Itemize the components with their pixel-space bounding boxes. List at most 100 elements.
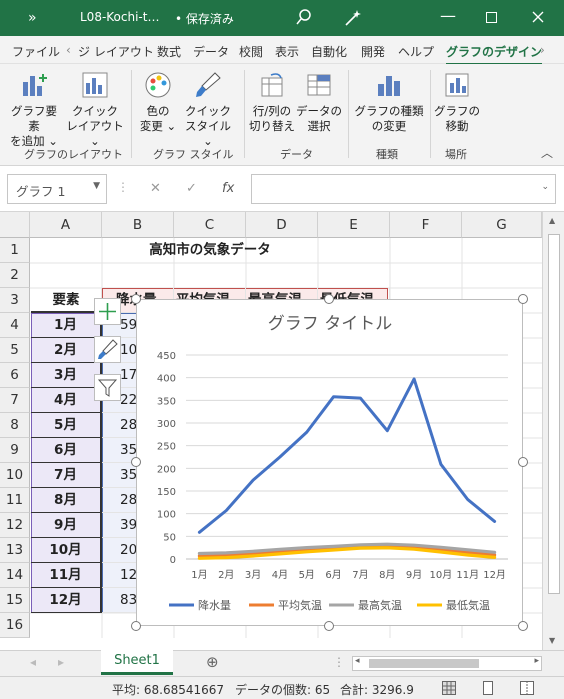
search-icon[interactable] <box>296 9 312 25</box>
row-header[interactable]: 2 <box>0 263 30 288</box>
column-header[interactable]: C <box>174 212 246 238</box>
tab-chart-design[interactable]: グラフのデザイン <box>446 43 543 66</box>
resize-handle[interactable] <box>131 621 141 631</box>
move-chart-button[interactable]: グラフの 移動 <box>434 70 480 134</box>
month-cell[interactable]: 2月 <box>31 338 102 363</box>
page-break-view-icon[interactable] <box>520 681 534 695</box>
row-header[interactable]: 16 <box>0 613 30 638</box>
change-chart-type-button[interactable]: グラフの種類 の変更 <box>352 70 426 134</box>
cancel-icon[interactable]: ✕ <box>150 181 161 196</box>
tab-review[interactable]: 校閲 <box>239 43 263 60</box>
row-header[interactable]: 15 <box>0 588 30 613</box>
tab-formulas[interactable]: 数式 <box>157 43 181 60</box>
maximize-icon[interactable] <box>486 12 497 23</box>
row-header[interactable]: 7 <box>0 388 30 413</box>
month-cell[interactable]: 4月 <box>31 388 102 413</box>
row-header[interactable]: 11 <box>0 488 30 513</box>
resize-handle[interactable] <box>131 457 141 467</box>
tab-prev-icon[interactable]: ◂ <box>30 655 36 669</box>
resize-handle[interactable] <box>324 621 334 631</box>
add-sheet-icon[interactable]: ⊕ <box>206 653 219 671</box>
tab-help[interactable]: ヘルプ <box>398 43 434 60</box>
scroll-down-icon[interactable]: ▼ <box>549 636 555 645</box>
month-cell[interactable]: 3月 <box>31 363 102 388</box>
month-cell[interactable]: 9月 <box>31 513 102 538</box>
tab-split-icon[interactable]: ⋮ <box>333 655 345 669</box>
collapse-ribbon-icon[interactable]: ︿ <box>541 144 553 161</box>
chevron-down-icon[interactable]: ▼ <box>93 181 100 191</box>
row-header[interactable]: 8 <box>0 413 30 438</box>
row-header[interactable]: 14 <box>0 563 30 588</box>
month-cell[interactable]: 5月 <box>31 413 102 438</box>
tab-automate[interactable]: 自動化 <box>311 43 347 60</box>
month-cell[interactable]: 8月 <box>31 488 102 513</box>
row-header[interactable]: 4 <box>0 313 30 338</box>
column-header[interactable]: D <box>246 212 318 238</box>
scroll-thumb[interactable] <box>548 234 560 594</box>
scroll-up-icon[interactable]: ▲ <box>549 216 555 225</box>
month-cell[interactable]: 11月 <box>31 563 102 588</box>
magic-wand-icon[interactable] <box>344 9 362 27</box>
insert-function-icon[interactable]: fx <box>222 181 234 196</box>
quick-styles-button[interactable]: クイック スタイル ⌄ <box>182 70 234 149</box>
month-cell[interactable]: 10月 <box>31 538 102 563</box>
h-scroll-thumb[interactable] <box>369 659 479 668</box>
switch-row-column-button[interactable]: 行/列の 切り替え <box>248 70 296 134</box>
tab-next-icon[interactable]: ▸ <box>58 655 64 669</box>
header-element[interactable]: 要素 <box>31 288 102 313</box>
sheet-tab-sheet1[interactable]: Sheet1 <box>101 650 173 675</box>
close-icon[interactable] <box>532 11 544 23</box>
row-header[interactable]: 6 <box>0 363 30 388</box>
chart-title[interactable]: グラフ タイトル <box>268 314 392 334</box>
month-cell[interactable]: 7月 <box>31 463 102 488</box>
tab-file[interactable]: ファイル <box>12 43 60 60</box>
tab-data[interactable]: データ <box>193 43 229 60</box>
select-all-corner[interactable] <box>0 212 30 238</box>
month-cell[interactable]: 12月 <box>31 588 102 613</box>
page-layout-view-icon[interactable] <box>481 681 495 695</box>
resize-handle[interactable] <box>131 294 141 304</box>
column-header[interactable]: F <box>390 212 462 238</box>
row-header[interactable]: 13 <box>0 538 30 563</box>
tab-developer[interactable]: 開発 <box>361 43 385 60</box>
row-header[interactable]: 10 <box>0 463 30 488</box>
month-cell[interactable]: 1月 <box>31 313 102 338</box>
chart-filters-button[interactable] <box>94 374 121 401</box>
scroll-right-icon[interactable]: ▸ <box>534 656 539 666</box>
column-header[interactable]: A <box>30 212 102 238</box>
resize-handle[interactable] <box>518 621 528 631</box>
quick-layout-button[interactable]: クイック レイアウト ⌄ <box>64 70 126 149</box>
name-box[interactable]: グラフ 1 ▼ <box>7 174 107 204</box>
vertical-scrollbar[interactable]: ▲ ▼ <box>542 212 564 650</box>
normal-view-icon[interactable] <box>442 681 456 695</box>
column-header[interactable]: E <box>318 212 390 238</box>
chart-area[interactable]: グラフ タイトル 450 400 350 300 250 200 150 100 50 0 1月 2月… <box>136 299 523 626</box>
resize-handle[interactable] <box>518 457 528 467</box>
resize-handle[interactable] <box>518 294 528 304</box>
tab-page-layout[interactable]: ジ レイアウト <box>78 43 154 60</box>
autosave-chevrons-icon[interactable]: » <box>28 10 37 26</box>
row-header[interactable]: 9 <box>0 438 30 463</box>
add-chart-element-button[interactable]: グラフ要素 を追加 ⌄ <box>6 70 62 149</box>
line-chart[interactable]: グラフ タイトル 450 400 350 300 250 200 150 100 50 0 1月 2月… <box>137 300 522 625</box>
row-header[interactable]: 12 <box>0 513 30 538</box>
enter-icon[interactable]: ✓ <box>186 181 197 196</box>
scroll-left-icon[interactable]: ◂ <box>355 656 360 666</box>
horizontal-scrollbar[interactable]: ◂ ▸ <box>352 656 542 671</box>
resize-handle[interactable] <box>324 294 334 304</box>
tab-view[interactable]: 表示 <box>275 43 299 60</box>
expand-formula-icon[interactable]: ⌄ <box>541 182 549 192</box>
column-header[interactable]: G <box>462 212 542 238</box>
chart-styles-button[interactable] <box>94 336 121 363</box>
column-header[interactable]: B <box>102 212 174 238</box>
month-cell[interactable]: 6月 <box>31 438 102 463</box>
row-header[interactable]: 1 <box>0 238 30 263</box>
tab-scroll-left-icon[interactable]: ‹ <box>66 43 71 57</box>
sheet-title[interactable]: 高知市の気象データ <box>102 238 318 263</box>
formula-input[interactable]: ⌄ <box>251 174 556 204</box>
chart-elements-button[interactable] <box>94 298 121 325</box>
minimize-icon[interactable]: — <box>440 6 456 25</box>
select-data-button[interactable]: データの 選択 <box>296 70 342 134</box>
change-colors-button[interactable]: 色の 変更 ⌄ <box>136 70 180 134</box>
row-header[interactable]: 3 <box>0 288 30 313</box>
